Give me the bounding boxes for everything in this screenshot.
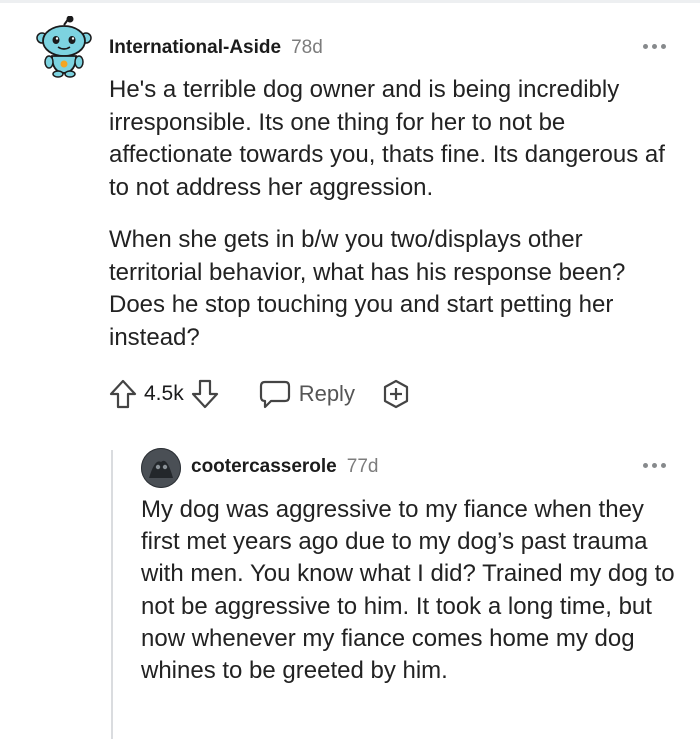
reply-age: 77d (346, 456, 379, 477)
reply-avatar[interactable] (141, 448, 181, 488)
top-divider (0, 0, 700, 3)
award-icon[interactable] (381, 379, 411, 409)
vote-group: 4.5k (109, 379, 219, 409)
comment-age: 78d (291, 37, 323, 58)
comment-meta: International-Aside 78d (109, 37, 323, 59)
reply-label: Reply (298, 381, 355, 406)
reply-bubble-icon (259, 380, 290, 409)
comment-author[interactable]: International-Aside (109, 37, 281, 59)
upvote-icon[interactable] (109, 379, 137, 409)
reply-author[interactable]: cootercasserole (191, 456, 337, 478)
reply-more-options-icon[interactable] (643, 463, 666, 468)
thread-line[interactable] (111, 450, 113, 739)
comment-paragraph-1: He's a terrible dog owner and is being i… (109, 76, 665, 201)
downvote-icon[interactable] (191, 379, 219, 409)
comment-paragraph-2: When she gets in b/w you two/displays ot… (109, 226, 626, 351)
snoo-avatar-icon[interactable] (36, 15, 92, 78)
reply-body: My dog was aggressive to my fiance when … (141, 496, 675, 685)
comment-actions: 4.5k Reply (109, 376, 411, 412)
more-options-icon[interactable] (643, 44, 666, 49)
vote-score: 4.5k (144, 382, 184, 405)
reply-meta: cootercasserole 77d (191, 456, 378, 478)
reply-button[interactable]: Reply (259, 379, 355, 409)
